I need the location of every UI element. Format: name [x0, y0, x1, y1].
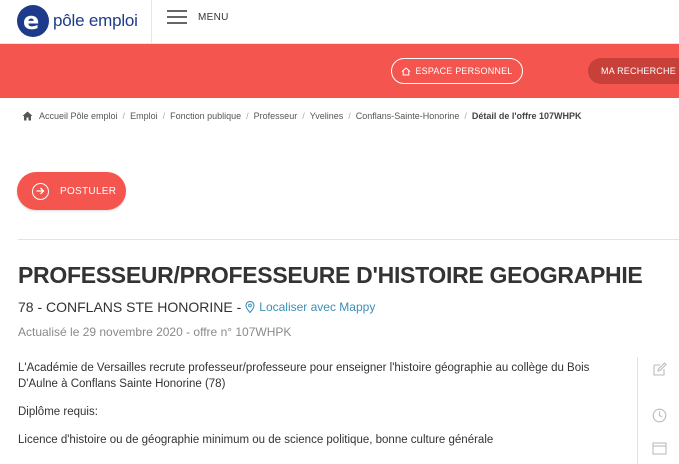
breadcrumb-item-professeur[interactable]: Professeur	[254, 111, 298, 121]
breadcrumb-separator: /	[246, 111, 249, 121]
breadcrumb-item-emploi[interactable]: Emploi	[130, 111, 158, 121]
breadcrumb-item-accueil[interactable]: Accueil Pôle emploi	[39, 111, 118, 121]
breadcrumb: Accueil Pôle emploi / Emploi / Fonction …	[22, 111, 582, 121]
description-paragraph: Diplôme requis:	[18, 406, 98, 418]
side-rail-divider	[637, 357, 638, 464]
ma-recherche-label: MA RECHERCHE D	[601, 66, 679, 76]
postuler-button[interactable]: POSTULER	[17, 172, 126, 210]
espace-personnel-button[interactable]: ESPACE PERSONNEL	[391, 58, 523, 84]
breadcrumb-item-yvelines[interactable]: Yvelines	[310, 111, 344, 121]
menu-label: MENU	[198, 11, 229, 23]
description-paragraph: L'Académie de Versailles recrute profess…	[18, 362, 590, 390]
breadcrumb-separator: /	[464, 111, 467, 121]
logo-text: pôle emploi	[53, 11, 138, 30]
description-paragraph: Licence d'histoire ou de géographie mini…	[18, 434, 494, 446]
breadcrumb-separator: /	[348, 111, 351, 121]
pole-emploi-logo[interactable]: e pôle emploi	[17, 5, 138, 37]
edit-icon[interactable]	[652, 362, 667, 377]
section-divider	[18, 239, 679, 240]
header-divider	[151, 0, 152, 44]
logo-mark-icon: e	[17, 5, 49, 37]
mappy-link-label: Localiser avec Mappy	[259, 300, 376, 314]
mappy-link[interactable]: Localiser avec Mappy	[245, 300, 375, 314]
home-icon	[402, 66, 411, 75]
breadcrumb-current: Détail de l'offre 107WHPK	[471, 111, 582, 121]
breadcrumb-separator: /	[122, 111, 126, 121]
breadcrumb-item-conflans[interactable]: Conflans-Sainte-Honorine	[356, 111, 460, 121]
home-icon	[22, 111, 33, 121]
account-band: ESPACE PERSONNEL MA RECHERCHE D	[0, 44, 679, 98]
postuler-label: POSTULER	[60, 185, 117, 197]
window-icon[interactable]	[652, 441, 667, 456]
espace-personnel-label: ESPACE PERSONNEL	[415, 66, 513, 76]
map-pin-icon	[245, 301, 255, 313]
breadcrumb-separator: /	[162, 111, 166, 121]
ma-recherche-button[interactable]: MA RECHERCHE D	[588, 58, 679, 84]
offer-location: 78 - CONFLANS STE HONORINE - Localiser a…	[18, 299, 375, 315]
location-text: 78 - CONFLANS STE HONORINE -	[18, 299, 242, 315]
offer-updated: Actualisé le 29 novembre 2020 - offre n°…	[18, 325, 292, 339]
menu-button[interactable]: MENU	[167, 10, 229, 24]
clock-icon[interactable]	[652, 408, 667, 423]
offer-title: PROFESSEUR/PROFESSEURE D'HISTOIRE GEOGRA…	[18, 262, 643, 288]
breadcrumb-separator: /	[302, 111, 305, 121]
breadcrumb-item-fonction-publique[interactable]: Fonction publique	[170, 111, 241, 121]
offer-description: L'Académie de Versailles recrute profess…	[18, 360, 618, 460]
top-header: e pôle emploi MENU	[0, 0, 679, 44]
hamburger-icon	[167, 10, 187, 24]
arrow-circle-icon	[32, 182, 49, 200]
